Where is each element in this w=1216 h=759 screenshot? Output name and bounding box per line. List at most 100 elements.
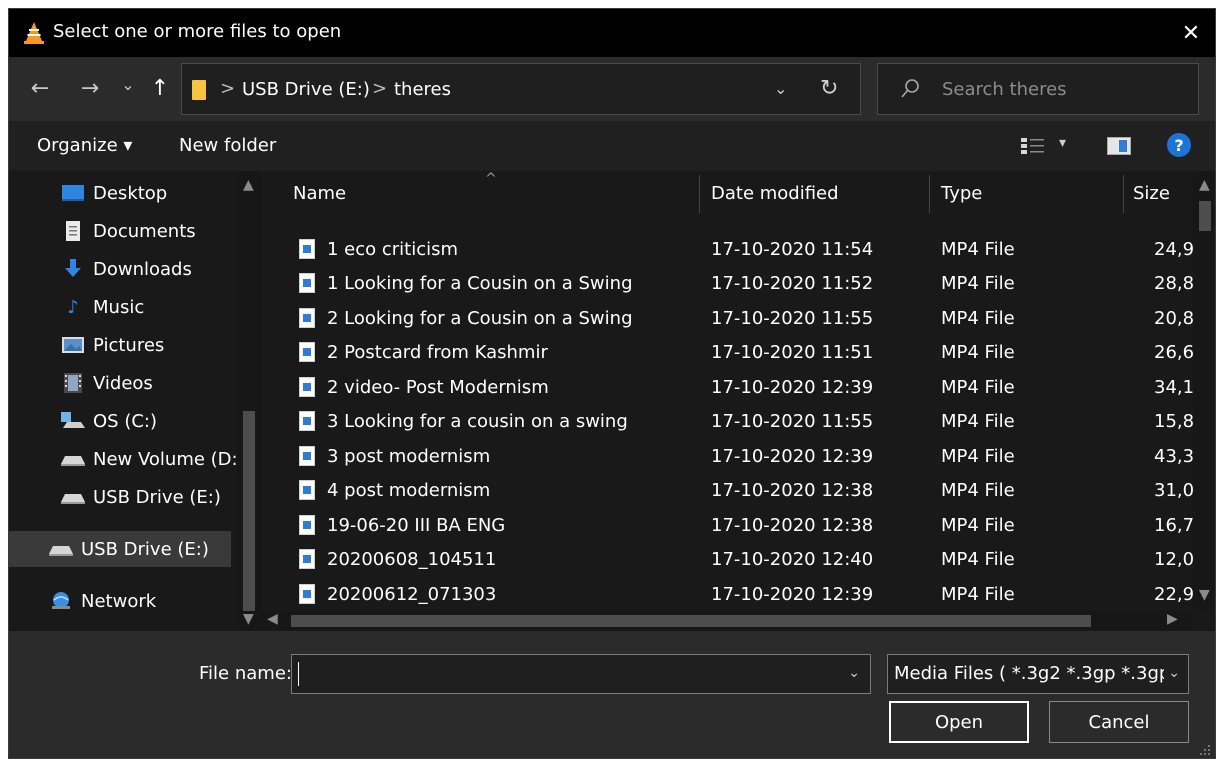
video-file-icon	[299, 549, 315, 569]
file-row[interactable]: 3 Looking for a cousin on a swing 17-10-…	[261, 405, 1194, 439]
scroll-up-icon[interactable]: ▲	[1199, 177, 1210, 193]
video-file-icon	[299, 411, 315, 431]
organize-button[interactable]: Organize ▾	[37, 135, 132, 156]
breadcrumb-usb-drive[interactable]: USB Drive (E:)	[242, 79, 370, 100]
column-divider[interactable]	[929, 175, 930, 213]
column-size[interactable]: Size	[1133, 183, 1170, 204]
file-date: 17-10-2020 12:38	[711, 515, 874, 536]
scroll-down-icon[interactable]: ▼	[1199, 587, 1210, 603]
sidebar-item-documents[interactable]: Documents	[9, 213, 239, 249]
file-row[interactable]: 2 Looking for a Cousin on a Swing 17-10-…	[261, 302, 1194, 336]
video-file-icon	[299, 584, 315, 604]
sidebar-item-os-c[interactable]: OS (C:)	[9, 403, 239, 439]
sidebar-item-usb-drive-e-root[interactable]: USB Drive (E:)	[9, 531, 231, 567]
up-button[interactable]: ↑	[145, 73, 175, 103]
file-row[interactable]: 1 eco criticism 17-10-2020 11:54 MP4 Fil…	[261, 233, 1194, 267]
search-box[interactable]: Search theres	[877, 63, 1199, 115]
file-name: 20200608_104511	[327, 549, 497, 570]
column-name[interactable]: Name	[293, 183, 346, 204]
search-icon	[901, 79, 919, 98]
sidebar-item-pictures[interactable]: Pictures	[9, 327, 239, 363]
file-row[interactable]: 20200608_104511 17-10-2020 12:40 MP4 Fil…	[261, 543, 1194, 577]
video-file-icon	[299, 273, 315, 293]
usb-drive-icon	[61, 487, 85, 507]
sidebar-scrollbar[interactable]: ▲ ▼	[237, 171, 261, 631]
file-row[interactable]: 1 Looking for a Cousin on a Swing 17-10-…	[261, 267, 1194, 301]
recent-locations-button[interactable]: ⌄	[113, 69, 143, 99]
file-name: 3 post modernism	[327, 446, 491, 467]
file-name: 3 Looking for a cousin on a swing	[327, 411, 628, 432]
column-divider[interactable]	[699, 175, 700, 213]
new-folder-button[interactable]: New folder	[179, 135, 276, 156]
sidebar-item-label: Documents	[93, 220, 196, 242]
file-size: 22,9	[1154, 584, 1195, 605]
file-row[interactable]: 19-06-20 III BA ENG 17-10-2020 12:38 MP4…	[261, 509, 1194, 543]
video-file-icon	[299, 377, 315, 397]
file-row[interactable]: 3 post modernism 17-10-2020 12:39 MP4 Fi…	[261, 440, 1194, 474]
file-size: 31,0	[1154, 480, 1195, 501]
back-arrow-icon: ←	[30, 75, 50, 101]
view-dropdown-icon[interactable]: ▾	[1059, 135, 1066, 151]
help-icon[interactable]: ?	[1167, 133, 1191, 157]
scroll-right-icon[interactable]: ▶	[1167, 611, 1178, 627]
file-date: 17-10-2020 12:39	[711, 446, 874, 467]
address-bar[interactable]: > USB Drive (E:) > theres ⌄ ↻	[181, 63, 861, 115]
file-type-select[interactable]: Media Files ( *.3g2 *.3gp *.3gp2 ⌄	[887, 654, 1189, 694]
file-type: MP4 File	[941, 446, 1015, 467]
open-button[interactable]: Open	[889, 701, 1029, 743]
vertical-scroll-thumb[interactable]	[1199, 201, 1211, 231]
sidebar-item-videos[interactable]: Videos	[9, 365, 239, 401]
file-list-horizontal-scrollbar[interactable]: ◀ ▶	[261, 611, 1193, 631]
scroll-left-icon[interactable]: ◀	[267, 611, 278, 627]
file-type: MP4 File	[941, 308, 1015, 329]
file-name-input[interactable]: ⌄	[291, 654, 871, 694]
resize-grip-icon[interactable]	[1199, 744, 1211, 756]
refresh-icon[interactable]: ↻	[820, 76, 838, 101]
command-toolbar: Organize ▾ New folder ▾ ?	[9, 121, 1215, 171]
file-row[interactable]: 2 Postcard from Kashmir 17-10-2020 11:51…	[261, 336, 1194, 370]
file-row[interactable]: 4 post modernism 17-10-2020 12:38 MP4 Fi…	[261, 474, 1195, 508]
column-type[interactable]: Type	[941, 183, 982, 204]
sidebar-item-music[interactable]: ♪ Music	[9, 289, 239, 325]
sidebar-scroll-thumb[interactable]	[243, 411, 255, 611]
sidebar-item-label: Downloads	[93, 258, 192, 280]
forward-button[interactable]: →	[75, 73, 105, 103]
column-date-modified[interactable]: Date modified	[711, 183, 839, 204]
back-button[interactable]: ←	[25, 73, 55, 103]
desktop-icon	[61, 183, 85, 203]
folder-icon	[192, 80, 206, 100]
sidebar-item-desktop[interactable]: Desktop	[9, 175, 239, 211]
column-divider[interactable]	[1123, 175, 1124, 213]
video-file-icon	[299, 446, 315, 466]
file-date: 17-10-2020 12:39	[711, 584, 874, 605]
breadcrumb-separator: >	[372, 78, 388, 99]
address-dropdown-icon[interactable]: ⌄	[774, 79, 787, 98]
video-file-icon	[299, 239, 315, 259]
window-title: Select one or more files to open	[53, 21, 342, 42]
chevron-down-icon[interactable]: ⌄	[848, 665, 860, 681]
scroll-down-icon[interactable]: ▼	[243, 611, 254, 627]
videos-icon	[61, 373, 85, 393]
sidebar-item-usb-drive-e[interactable]: USB Drive (E:)	[9, 479, 239, 515]
file-type-value: Media Files ( *.3g2 *.3gp *.3gp2	[894, 663, 1182, 684]
file-date: 17-10-2020 12:38	[711, 480, 874, 501]
file-row[interactable]: 2 video- Post Modernism 17-10-2020 12:39…	[261, 371, 1194, 405]
horizontal-scroll-thumb[interactable]	[291, 615, 1091, 627]
scroll-up-icon[interactable]: ▲	[243, 177, 254, 193]
sidebar-item-network[interactable]: Network	[9, 583, 239, 619]
cancel-button[interactable]: Cancel	[1049, 701, 1189, 743]
video-file-icon	[299, 342, 315, 362]
file-row[interactable]: 20200612_071303 17-10-2020 12:39 MP4 Fil…	[261, 578, 1195, 612]
sidebar-item-downloads[interactable]: Downloads	[9, 251, 239, 287]
preview-pane-icon[interactable]	[1107, 137, 1131, 155]
file-list-vertical-scrollbar[interactable]: ▲ ▼	[1193, 171, 1215, 611]
close-button[interactable]: ✕	[1167, 9, 1215, 57]
sidebar-item-new-volume-d[interactable]: New Volume (D:	[9, 441, 239, 477]
file-name: 19-06-20 III BA ENG	[327, 515, 506, 536]
file-date: 17-10-2020 11:52	[711, 273, 874, 294]
vlc-cone-icon	[24, 22, 44, 44]
breadcrumb-theres[interactable]: theres	[394, 79, 451, 100]
view-options-icon[interactable]	[1021, 137, 1047, 155]
file-date: 17-10-2020 12:40	[711, 549, 874, 570]
chevron-down-icon: ⌄	[121, 74, 135, 94]
